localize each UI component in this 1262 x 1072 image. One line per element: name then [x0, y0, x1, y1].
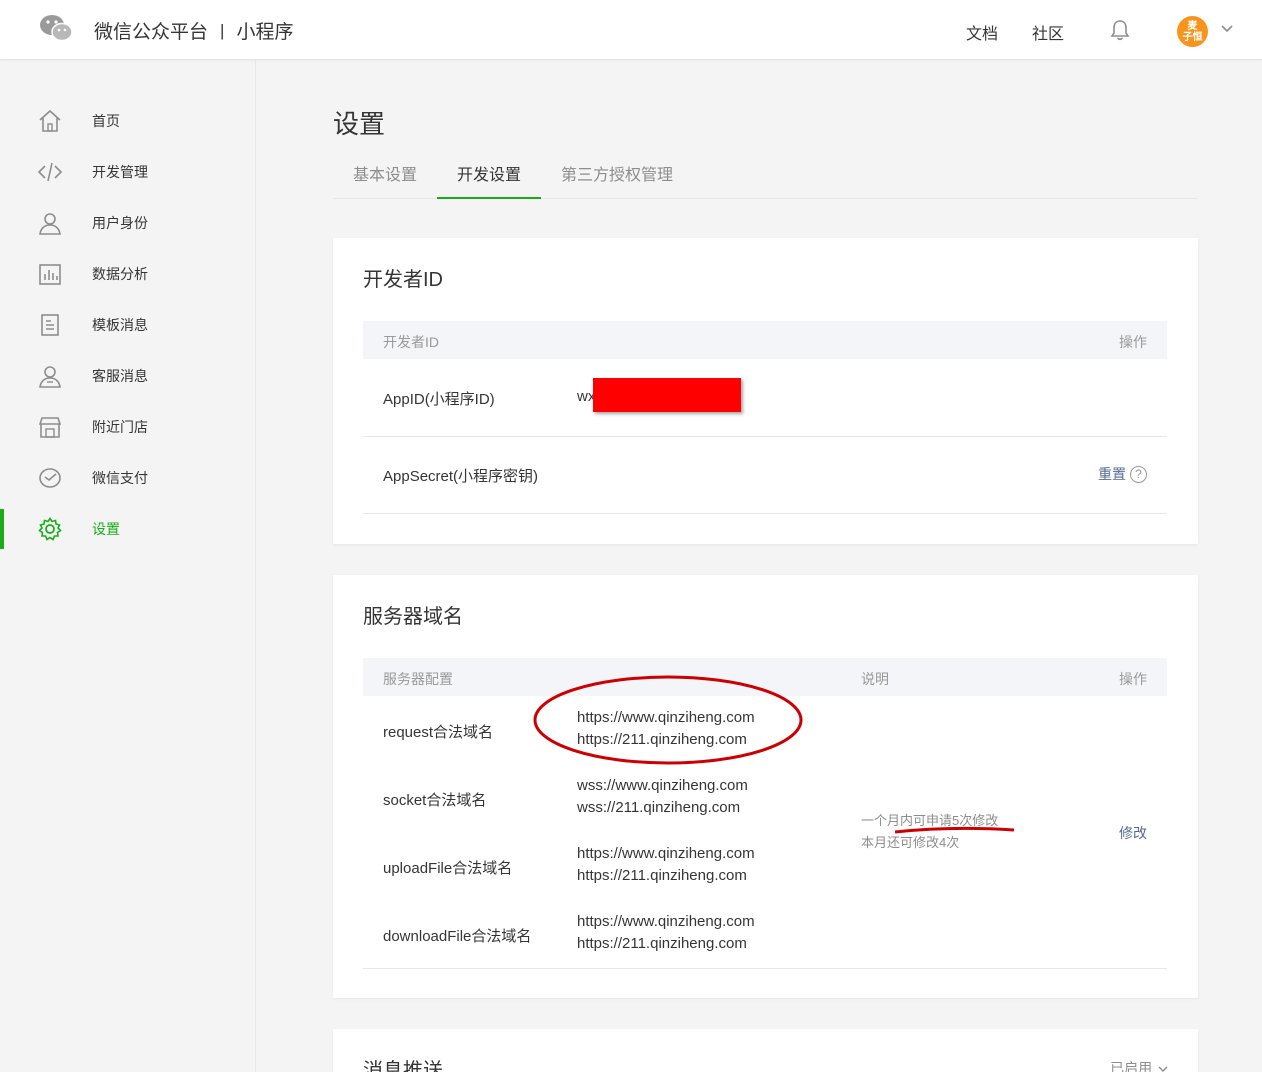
reset-secret-link[interactable]: 重置: [1098, 466, 1126, 482]
server-domain-row: request合法域名 https://www.qinziheng.com ht…: [363, 696, 1167, 969]
developer-id-table-header: 开发者ID 操作: [363, 321, 1167, 359]
reset-secret-group: 重置?: [1098, 464, 1147, 484]
settings-tabs: 基本设置 开发设置 第三方授权管理: [333, 160, 1198, 199]
tab-dev-settings[interactable]: 开发设置: [437, 160, 542, 199]
col-action: 操作: [1119, 334, 1147, 350]
col-action: 操作: [1119, 671, 1147, 687]
message-push-status[interactable]: 已启用: [1110, 1058, 1168, 1072]
nav-community-link[interactable]: 社区: [1032, 20, 1064, 44]
domain-item: https://www.qinziheng.com: [577, 913, 755, 930]
sidebar-item-nearby-store[interactable]: 附近门店: [0, 407, 255, 447]
sidebar-item-label: 微信支付: [92, 470, 148, 486]
sidebar-item-label: 模板消息: [92, 317, 148, 333]
appsecret-label: AppSecret(小程序密钥): [383, 468, 539, 485]
sidebar-item-settings[interactable]: 设置: [0, 509, 255, 549]
brand-separator: |: [220, 20, 225, 40]
help-icon[interactable]: ?: [1130, 466, 1147, 484]
sidebar-item-label: 首页: [92, 113, 120, 129]
chart-icon: [39, 264, 61, 285]
download-domain-list: https://www.qinziheng.com https://211.qi…: [577, 911, 755, 955]
request-domain-label: request合法域名: [383, 724, 494, 741]
brand-title[interactable]: 微信公众平台 | 小程序: [94, 17, 293, 44]
modification-note: 一个月内可申请5次修改 本月还可修改4次: [861, 810, 998, 854]
server-domain-title: 服务器域名: [363, 606, 463, 628]
col-description: 说明: [861, 671, 889, 687]
domain-item: wss://www.qinziheng.com: [577, 777, 748, 794]
product-name: 小程序: [236, 22, 294, 43]
domain-item: https://www.qinziheng.com: [577, 709, 755, 726]
sidebar-item-template-message[interactable]: 模板消息: [0, 305, 255, 345]
appid-row: AppID(小程序ID) wx: [363, 359, 1167, 437]
domain-item: https://211.qinziheng.com: [577, 731, 747, 748]
wechat-logo-icon[interactable]: [38, 12, 74, 44]
download-domain-label: downloadFile合法域名: [383, 928, 532, 945]
sidebar: 首页 开发管理 用户身份 数据分析 模板消息 客服消息 附近门店 微信支付 设置: [0, 60, 256, 1072]
request-domain-list: https://www.qinziheng.com https://211.qi…: [577, 707, 755, 751]
store-icon: [38, 417, 62, 438]
page-title: 设置: [333, 109, 386, 139]
chevron-down-icon: [1158, 1066, 1168, 1072]
avatar-text-bottom: 子恒: [1182, 31, 1203, 43]
home-icon: [39, 109, 61, 132]
developer-id-card: 开发者ID 开发者ID 操作 AppID(小程序ID) wx AppSecret…: [333, 238, 1198, 544]
col-developer-id: 开发者ID: [383, 334, 439, 350]
developer-id-title: 开发者ID: [363, 269, 443, 291]
server-domain-card: 服务器域名 服务器配置 说明 操作 request合法域名 https://ww…: [333, 575, 1198, 998]
sidebar-item-label: 开发管理: [92, 164, 148, 180]
user-icon: [39, 213, 61, 235]
note-monthly-limit: 一个月内可申请5次修改: [861, 813, 999, 828]
nav-docs-link[interactable]: 文档: [966, 20, 998, 44]
domain-item: wss://211.qinziheng.com: [577, 799, 741, 816]
sidebar-item-customer-service[interactable]: 客服消息: [0, 356, 255, 396]
customer-service-icon: [39, 366, 61, 388]
domain-item: https://www.qinziheng.com: [577, 845, 755, 862]
sidebar-item-home[interactable]: 首页: [0, 101, 255, 141]
server-domain-table-header: 服务器配置 说明 操作: [363, 658, 1167, 696]
sidebar-item-dev-management[interactable]: 开发管理: [0, 152, 255, 192]
socket-domain-list: wss://www.qinziheng.com wss://211.qinzih…: [577, 775, 748, 819]
domain-item: https://211.qinziheng.com: [577, 935, 747, 952]
top-header: 微信公众平台 | 小程序 文档 社区 麦 子恒: [0, 0, 1262, 60]
note-remaining: 本月还可修改4次: [861, 835, 960, 850]
col-server-config: 服务器配置: [383, 671, 453, 687]
payment-icon: [39, 468, 61, 488]
chevron-down-icon[interactable]: [1220, 24, 1234, 34]
code-icon: [38, 162, 62, 182]
modify-domain-link[interactable]: 修改: [1119, 823, 1147, 843]
upload-domain-label: uploadFile合法域名: [383, 860, 513, 877]
socket-domain-label: socket合法域名: [383, 792, 487, 809]
sidebar-item-user-identity[interactable]: 用户身份: [0, 203, 255, 243]
upload-domain-list: https://www.qinziheng.com https://211.qi…: [577, 843, 755, 887]
appsecret-row: AppSecret(小程序密钥) 重置?: [363, 437, 1167, 514]
tab-basic-settings[interactable]: 基本设置: [333, 160, 437, 199]
redaction-box: [593, 378, 741, 412]
sidebar-item-label: 附近门店: [92, 419, 148, 435]
domain-item: https://211.qinziheng.com: [577, 867, 747, 884]
sidebar-item-label: 用户身份: [92, 215, 148, 231]
sidebar-item-label: 数据分析: [92, 266, 148, 282]
sidebar-item-data-analysis[interactable]: 数据分析: [0, 254, 255, 294]
message-push-status-text: 已启用: [1110, 1060, 1153, 1072]
document-icon: [41, 314, 59, 336]
sidebar-item-label: 设置: [92, 521, 120, 537]
avatar-text-top: 麦: [1187, 20, 1198, 32]
sidebar-item-wechat-pay[interactable]: 微信支付: [0, 458, 255, 498]
tab-third-party-auth[interactable]: 第三方授权管理: [541, 160, 693, 199]
sidebar-item-label: 客服消息: [92, 368, 148, 384]
appid-label: AppID(小程序ID): [383, 391, 495, 408]
brand-name: 微信公众平台: [94, 22, 209, 43]
message-push-card: 消息推送 已启用: [333, 1029, 1198, 1072]
gear-icon: [38, 517, 62, 541]
message-push-title: 消息推送: [363, 1060, 443, 1072]
avatar[interactable]: 麦 子恒: [1177, 16, 1208, 47]
bell-icon[interactable]: [1110, 19, 1130, 41]
